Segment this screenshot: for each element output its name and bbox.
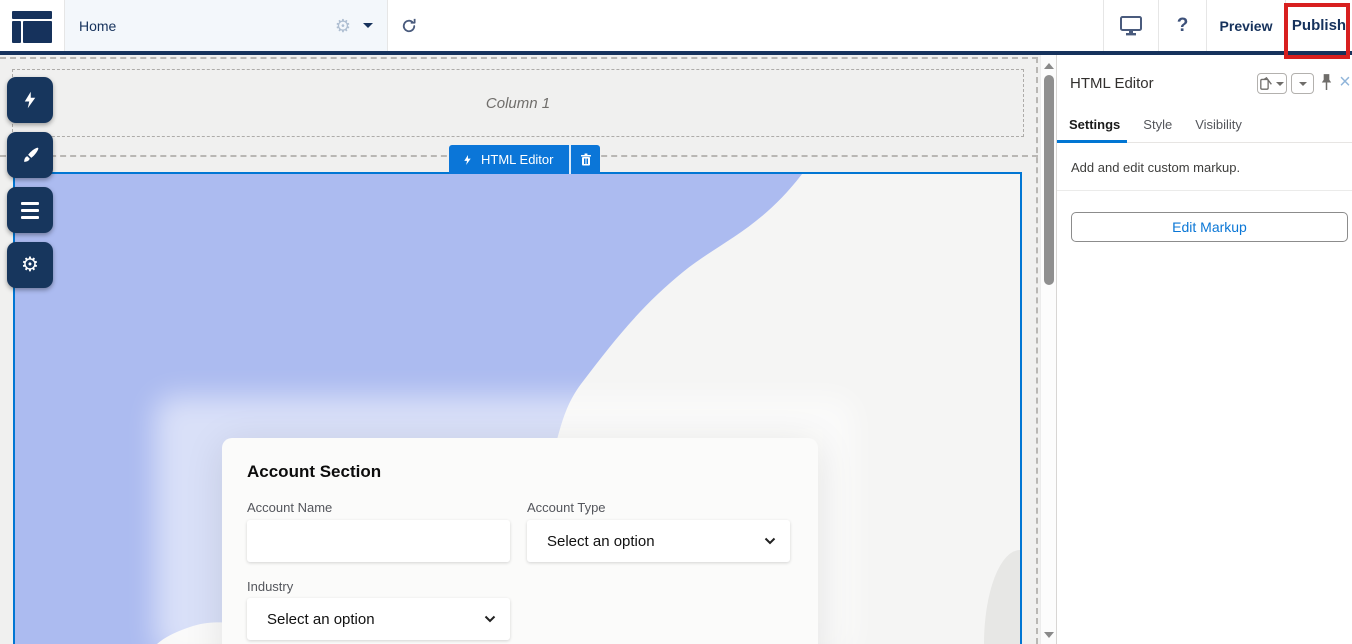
preview-button[interactable]: Preview [1207,0,1285,51]
refresh-icon [402,18,416,33]
tab-settings[interactable]: Settings [1069,113,1120,142]
trash-icon [580,153,591,165]
tab-visibility[interactable]: Visibility [1195,113,1242,142]
current-page-label: Home [79,17,117,34]
variations-icon [1260,77,1272,90]
gear-icon: ⚙ [21,254,39,276]
pin-panel-button[interactable] [1319,73,1335,93]
properties-panel: HTML Editor × Settings Style Visibility … [1056,55,1352,644]
industry-select[interactable]: Select an option [247,598,510,640]
caret-down-icon [1298,81,1307,86]
publish-button[interactable]: Publish [1286,0,1352,51]
html-editor-component[interactable]: Account Section Account Name Account Typ… [13,172,1022,644]
help-button[interactable]: ? [1159,0,1206,51]
toolbar-right-actions: ? Preview Publish [1103,0,1352,51]
panel-tabs: Settings Style Visibility [1057,113,1352,143]
account-name-label: Account Name [247,500,333,515]
form-heading: Account Section [247,462,382,481]
account-name-input[interactable] [247,520,510,562]
top-toolbar: Home ⚙ ? Preview Publish [0,0,1352,55]
close-panel-button[interactable]: × [1337,69,1352,95]
canvas-scrollbar[interactable] [1040,55,1056,644]
tab-style[interactable]: Style [1143,113,1172,142]
sidebar-structure-button[interactable] [7,187,53,233]
account-type-select[interactable]: Select an option [527,520,790,562]
account-form-card: Account Section Account Name Account Typ… [222,438,818,644]
sidebar-settings-button[interactable]: ⚙ [7,242,53,288]
account-type-value: Select an option [547,532,655,550]
caret-down-icon [1276,81,1284,86]
active-tab-underline [1057,140,1127,143]
scrollbar-thumb[interactable] [1044,75,1054,285]
delete-component-button[interactable] [569,145,600,174]
panel-divider [1057,190,1352,191]
component-variations-button[interactable] [1257,73,1287,94]
lightning-icon [464,154,471,165]
column-label: Column 1 [485,94,551,112]
chevron-down-icon [764,537,776,545]
scroll-up-arrow-icon[interactable] [1044,63,1054,69]
edit-markup-button[interactable]: Edit Markup [1071,212,1348,242]
lightning-icon [24,91,36,109]
industry-label: Industry [247,579,294,594]
component-chip-label: HTML Editor [481,152,554,167]
editor-canvas: Column 1 HTML Editor Account Section Acc… [0,55,1040,644]
device-preview-button[interactable] [1104,0,1158,51]
pin-icon [1321,74,1332,90]
refresh-button[interactable] [394,12,424,40]
component-toolbar-chip: HTML Editor [449,145,601,174]
builder-logo-icon[interactable] [12,11,52,43]
scroll-down-arrow-icon[interactable] [1044,632,1054,638]
industry-value: Select an option [267,610,375,628]
monitor-icon [1120,15,1142,35]
section-dashed-border [0,57,1038,59]
sidebar-components-button[interactable] [7,77,53,123]
panel-description: Add and edit custom markup. [1071,160,1241,175]
canvas-dashed-border [1036,57,1038,644]
page-selector-caret-icon[interactable] [363,23,373,28]
component-chip-label-area[interactable]: HTML Editor [449,145,569,174]
column-drop-region[interactable]: Column 1 [12,69,1024,137]
brush-icon [23,147,38,162]
sidebar-theme-button[interactable] [7,132,53,178]
page-settings-gear-icon[interactable]: ⚙ [335,17,351,35]
page-selector[interactable]: Home ⚙ [64,0,388,51]
collapse-panel-button[interactable] [1291,73,1314,94]
chevron-down-icon [484,615,496,623]
structure-icon [21,201,39,219]
account-type-label: Account Type [527,500,606,515]
panel-title: HTML Editor [1070,75,1154,92]
